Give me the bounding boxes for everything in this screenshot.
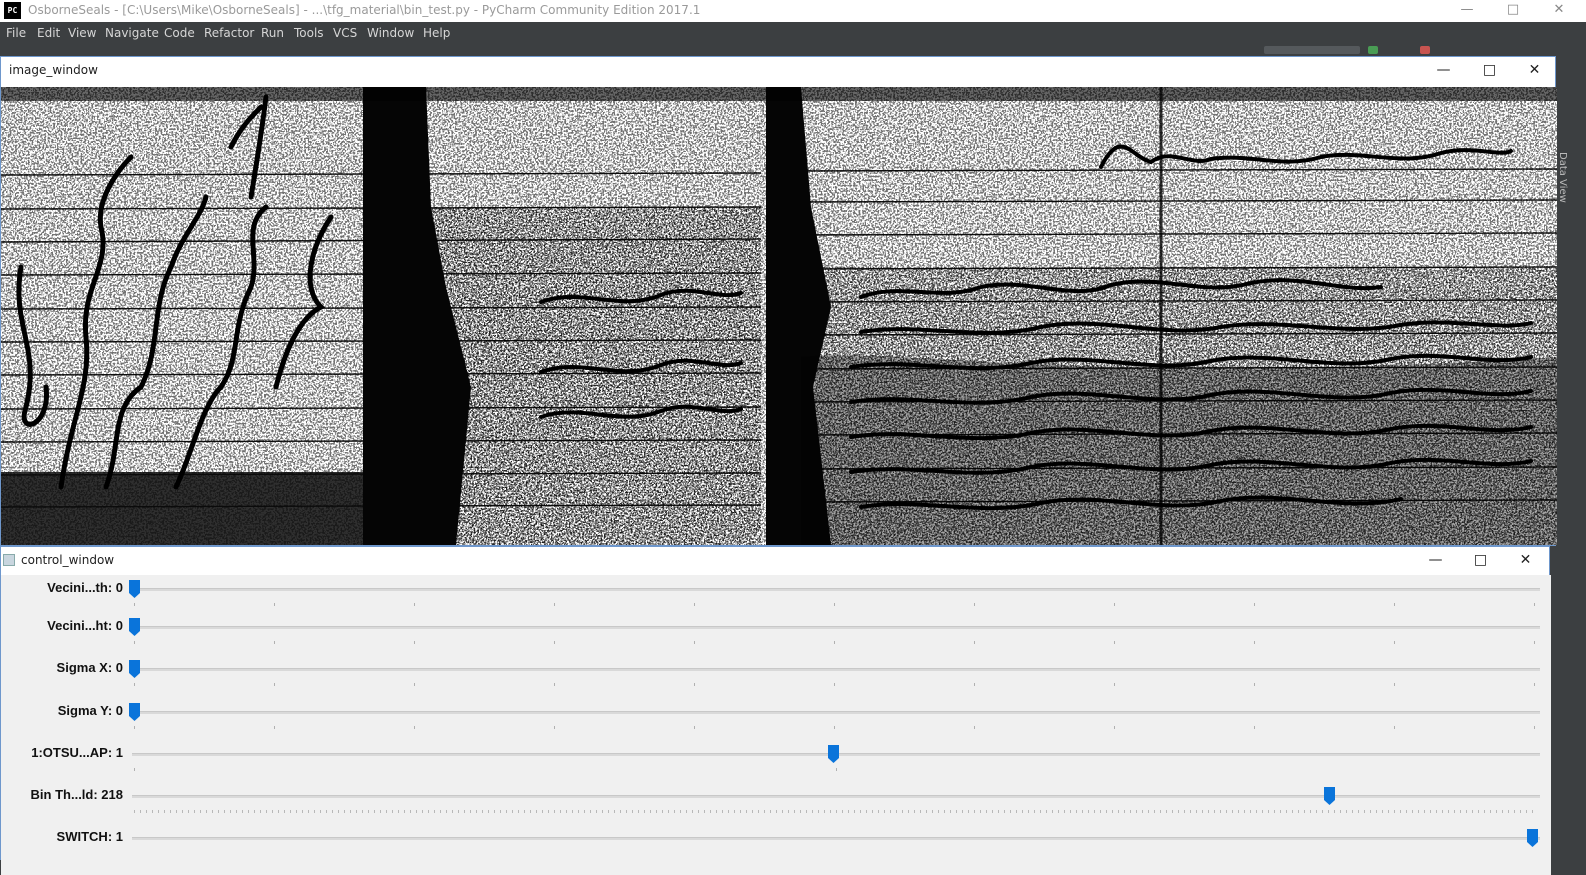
menu-edit[interactable]: Edit [37,26,60,40]
close-icon[interactable]: ✕ [1503,547,1548,575]
trackbar-track[interactable] [132,711,1540,714]
trackbar-ticks [134,603,1538,606]
trackbar-thumb[interactable] [129,618,140,636]
menu-window[interactable]: Window [367,26,414,40]
trackbar-label: Vecini...ht: 0 [47,618,123,633]
menu-tools[interactable]: Tools [294,26,324,40]
trackbar-ticks [134,810,1538,813]
trackbar-thumb[interactable] [129,580,140,598]
close-icon[interactable]: ✕ [1536,0,1582,22]
trackbar-row: Vecini...th: 0 [1,577,1551,617]
ide-right-sidebar: Data View [1556,56,1586,860]
window-app-icon [3,554,15,566]
trackbar-thumb[interactable] [129,660,140,678]
stop-icon[interactable] [1420,46,1430,54]
pycharm-logo-icon: PC [4,2,21,19]
image-window-title: image_window [9,63,98,77]
minimize-icon[interactable]: — [1413,547,1458,575]
trackbar-label: Bin Th...ld: 218 [30,787,123,802]
trackbar-row: Sigma X: 0 [1,657,1551,697]
trackbar-ticks [134,683,1538,686]
trackbar-thumb[interactable] [1527,829,1538,847]
maximize-icon[interactable]: □ [1467,57,1512,85]
trackbar-panel: Vecini...th: 0 Vecini...ht: 0 Sigma X: 0… [1,575,1551,875]
maximize-icon[interactable]: □ [1490,0,1536,22]
menu-view[interactable]: View [68,26,96,40]
run-icon[interactable] [1368,46,1378,54]
ide-title-bar: PC OsborneSeals - [C:\Users\Mike\Osborne… [0,0,1586,22]
binarized-document-image [1,87,1557,545]
trackbar-row: Bin Th...ld: 218 [1,784,1551,824]
menu-navigate[interactable]: Navigate [105,26,159,40]
trackbar-thumb[interactable] [1324,787,1336,805]
menu-file[interactable]: File [6,26,26,40]
menu-help[interactable]: Help [423,26,450,40]
manuscript-image [1,87,1557,545]
trackbar-row: Vecini...ht: 0 [1,615,1551,655]
ide-window-title: OsborneSeals - [C:\Users\Mike\OsborneSea… [28,3,701,17]
maximize-icon[interactable]: □ [1458,547,1503,575]
trackbar-ticks [134,726,1538,729]
menu-refactor[interactable]: Refactor [204,26,254,40]
trackbar-ticks [134,768,1538,771]
ide-menu-bar: File Edit View Navigate Code Refactor Ru… [0,22,1586,44]
trackbar-row: 1:OTSU...AP: 1 [1,742,1551,782]
ide-toolbar [0,44,1586,56]
data-view-tab[interactable]: Data View [1557,152,1568,203]
trackbar-row: SWITCH: 1 [1,826,1551,866]
trackbar-thumb[interactable] [129,703,140,721]
trackbar-thumb[interactable] [828,745,839,763]
trackbar-track[interactable] [132,837,1540,840]
trackbar-track[interactable] [132,588,1540,591]
trackbar-label: SWITCH: 1 [56,829,123,844]
control-window-title: control_window [21,553,115,567]
image-window-title-bar[interactable]: image_window — □ ✕ [1,57,1555,85]
minimize-icon[interactable]: — [1421,57,1466,85]
trackbar-label: Vecini...th: 0 [47,580,123,595]
trackbar-label: Sigma Y: 0 [57,703,123,718]
image-window: image_window — □ ✕ [0,56,1557,546]
minimize-icon[interactable]: — [1444,0,1490,22]
trackbar-label: Sigma X: 0 [56,660,123,675]
trackbar-track[interactable] [132,626,1540,629]
run-config-selector[interactable] [1264,46,1360,54]
trackbar-label: 1:OTSU...AP: 1 [31,745,123,760]
menu-run[interactable]: Run [261,26,284,40]
trackbar-ticks [134,641,1538,644]
menu-code[interactable]: Code [164,26,195,40]
control-window: control_window — □ ✕ Vecini...th: 0 Veci… [0,546,1551,875]
trackbar-track[interactable] [132,668,1540,671]
control-window-title-bar[interactable]: control_window — □ ✕ [1,547,1549,575]
menu-vcs[interactable]: VCS [333,26,357,40]
close-icon[interactable]: ✕ [1512,57,1557,85]
trackbar-row: Sigma Y: 0 [1,700,1551,740]
